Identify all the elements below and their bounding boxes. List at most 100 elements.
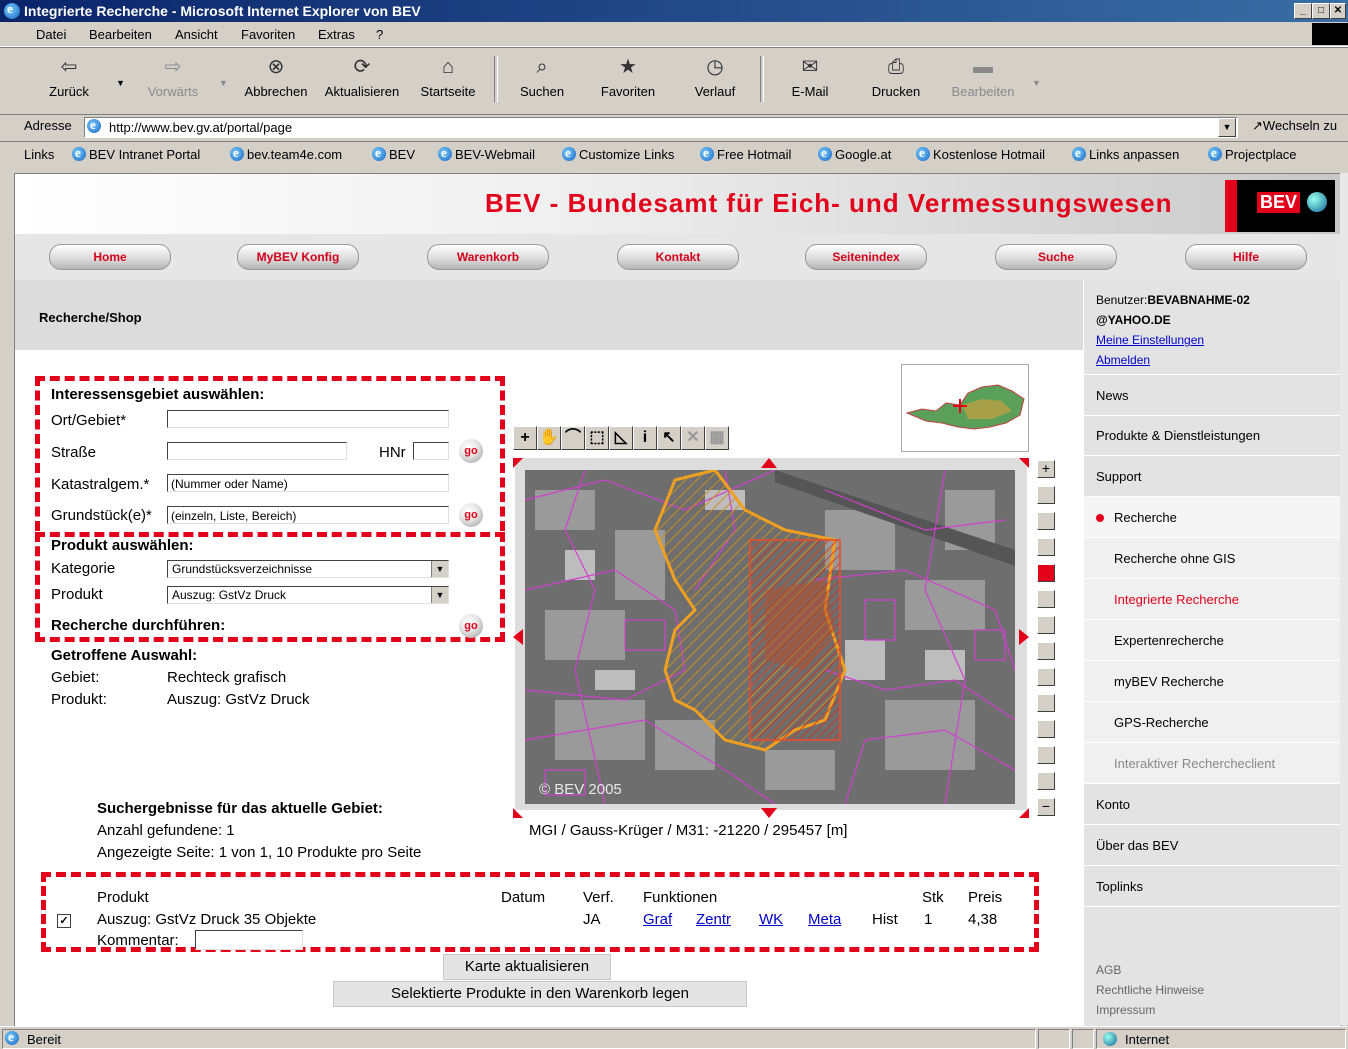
result-checkbox[interactable]: ✓ <box>57 914 71 928</box>
link-item[interactable]: BEV-Webmail <box>438 145 535 162</box>
link-item[interactable]: Customize Links <box>562 145 674 162</box>
edit-button[interactable]: ▬ Bearbeiten <box>948 52 1018 99</box>
address-dropdown-icon[interactable]: ▼ <box>1218 118 1236 137</box>
sidebar-item-recherche-ohne-gis[interactable]: Recherche ohne GIS <box>1084 538 1341 579</box>
go-button-parcel[interactable]: go <box>459 503 483 527</box>
zoom-level[interactable] <box>1037 616 1055 634</box>
rectangle-select-tool-icon[interactable]: ⬚ <box>585 426 609 450</box>
gst-input[interactable]: (einzeln, Liste, Bereich) <box>167 506 449 524</box>
search-button[interactable]: ⌕ Suchen <box>516 52 568 99</box>
sidebar-item-support[interactable]: Support <box>1084 456 1341 497</box>
sidebar-item-gps-recherche[interactable]: GPS-Recherche <box>1084 702 1341 743</box>
pan-north-icon[interactable] <box>761 458 777 468</box>
zoom-level[interactable] <box>1037 486 1055 504</box>
go-button[interactable]: ↗Wechseln zu <box>1252 118 1337 134</box>
zoom-level[interactable] <box>1037 590 1055 608</box>
minimize-button[interactable]: _ <box>1294 3 1312 19</box>
go-button-address[interactable]: go <box>459 439 483 463</box>
favorites-button[interactable]: ★ Favoriten <box>598 52 658 99</box>
zoom-in-tool-icon[interactable]: + <box>513 426 537 450</box>
pan-southeast-icon[interactable] <box>1019 808 1029 818</box>
nav-kontakt[interactable]: Kontakt <box>617 244 739 270</box>
go-button-execute[interactable]: go <box>459 614 483 638</box>
delete-tool-icon[interactable]: ✕ <box>681 426 705 450</box>
kg-input[interactable]: (Nummer oder Name) <box>167 474 449 492</box>
impressum-link[interactable]: Impressum <box>1096 1000 1204 1020</box>
logout-link[interactable]: Abmelden <box>1096 353 1150 367</box>
result-wk-link[interactable]: WK <box>759 911 783 928</box>
kommentar-input[interactable] <box>195 930 303 950</box>
agb-link[interactable]: AGB <box>1096 960 1204 980</box>
pan-east-icon[interactable] <box>1019 629 1029 645</box>
maximize-button[interactable]: □ <box>1312 3 1330 19</box>
link-item[interactable]: Kostenlose Hotmail <box>916 145 1045 162</box>
sidebar-item-interaktiver-rechercheclient[interactable]: Interaktiver Rechercheclient <box>1084 743 1341 784</box>
back-button[interactable]: ⇦ Zurück <box>44 52 94 99</box>
nav-warenkorb[interactable]: Warenkorb <box>427 244 549 270</box>
close-button[interactable]: ✕ <box>1330 3 1346 19</box>
link-item[interactable]: Links anpassen <box>1072 145 1179 162</box>
nav-mybev-konfig[interactable]: MyBEV Konfig <box>237 244 359 270</box>
grid-tool-icon[interactable]: ▦ <box>705 426 729 450</box>
pan-tool-icon[interactable]: ✋ <box>537 426 561 450</box>
link-item[interactable]: bev.team4e.com <box>230 145 342 162</box>
my-settings-link[interactable]: Meine Einstellungen <box>1096 333 1204 347</box>
link-item[interactable]: BEV <box>372 145 415 162</box>
sidebar-item-mybev-recherche[interactable]: myBEV Recherche <box>1084 661 1341 702</box>
page-scrollbar[interactable] <box>1340 173 1348 1025</box>
link-item[interactable]: Free Hotmail <box>700 145 791 162</box>
ort-input[interactable] <box>167 410 449 428</box>
forward-dropdown-icon[interactable]: ▼ <box>219 78 228 88</box>
result-meta-link[interactable]: Meta <box>808 911 841 928</box>
print-button[interactable]: ⎙ Drucken <box>868 52 924 99</box>
zoom-level-current[interactable] <box>1037 564 1055 582</box>
zoom-level[interactable] <box>1037 642 1055 660</box>
pan-northeast-icon[interactable] <box>1019 458 1029 468</box>
zoom-level[interactable] <box>1037 772 1055 790</box>
refresh-button[interactable]: ⟳ Aktualisieren <box>322 52 402 99</box>
forward-button[interactable]: ⇨ Vorwärts <box>142 52 204 99</box>
zoom-level[interactable] <box>1037 538 1055 556</box>
pan-west-icon[interactable] <box>513 629 523 645</box>
select-arrow-tool-icon[interactable]: ↖ <box>657 426 681 450</box>
pan-northwest-icon[interactable] <box>513 458 523 468</box>
mail-button[interactable]: ✉ E-Mail <box>788 52 832 99</box>
link-item[interactable]: BEV Intranet Portal <box>72 145 200 162</box>
kategorie-select[interactable]: Grundstücksverzeichnisse ▼ <box>167 560 449 578</box>
link-item[interactable]: Google.at <box>818 145 891 162</box>
result-graf-link[interactable]: Graf <box>643 911 672 928</box>
edit-dropdown-icon[interactable]: ▼ <box>1032 78 1041 88</box>
hnr-input[interactable] <box>413 442 449 460</box>
rechtliche-hinweise-link[interactable]: Rechtliche Hinweise <box>1096 980 1204 1000</box>
polygon-tool-icon[interactable]: ◺ <box>609 426 633 450</box>
home-button[interactable]: ⌂ Startseite <box>418 52 478 99</box>
sidebar-item-integrierte-recherche[interactable]: Integrierte Recherche <box>1084 579 1341 620</box>
menu-extras[interactable]: Extras <box>318 27 355 42</box>
produkt-select[interactable]: Auszug: GstVz Druck ▼ <box>167 586 449 604</box>
menu-favoriten[interactable]: Favoriten <box>241 27 295 42</box>
nav-hilfe[interactable]: Hilfe <box>1185 244 1307 270</box>
sidebar-item-konto[interactable]: Konto <box>1084 784 1341 825</box>
sidebar-item-ueber-das-bev[interactable]: Über das BEV <box>1084 825 1341 866</box>
menu-bearbeiten[interactable]: Bearbeiten <box>89 27 152 42</box>
sidebar-item-news[interactable]: News <box>1084 374 1341 416</box>
zoom-in-icon[interactable]: + <box>1037 460 1055 478</box>
link-item[interactable]: Projectplace <box>1208 145 1297 162</box>
nav-seitenindex[interactable]: Seitenindex <box>805 244 927 270</box>
zoom-out-icon[interactable]: − <box>1037 798 1055 816</box>
add-to-cart-button[interactable]: Selektierte Produkte in den Warenkorb le… <box>333 981 747 1007</box>
back-dropdown-icon[interactable]: ▼ <box>116 78 125 88</box>
zoom-level[interactable] <box>1037 512 1055 530</box>
pan-southwest-icon[interactable] <box>513 808 523 818</box>
menu-help[interactable]: ? <box>376 27 383 42</box>
menu-datei[interactable]: Datei <box>36 27 66 42</box>
stop-button[interactable]: ⊗ Abbrechen <box>240 52 312 99</box>
sidebar-item-produkte[interactable]: Produkte & Dienstleistungen <box>1084 415 1341 456</box>
zoom-level[interactable] <box>1037 694 1055 712</box>
strasse-input[interactable] <box>167 442 347 460</box>
result-zentr-link[interactable]: Zentr <box>696 911 731 928</box>
zoom-level[interactable] <box>1037 668 1055 686</box>
nav-home[interactable]: Home <box>49 244 171 270</box>
update-map-button[interactable]: Karte aktualisieren <box>443 954 611 980</box>
sidebar-item-expertenrecherche[interactable]: Expertenrecherche <box>1084 620 1341 661</box>
